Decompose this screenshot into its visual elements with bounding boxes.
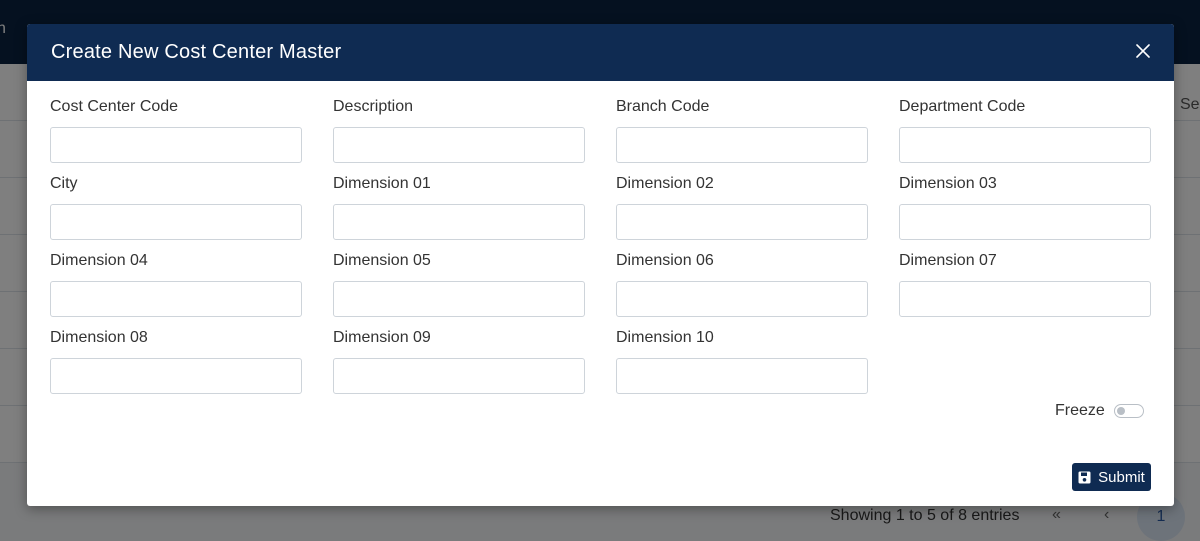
- dimension-02-input[interactable]: [616, 204, 868, 240]
- description-input[interactable]: [333, 127, 585, 163]
- field-description: Description: [333, 97, 585, 163]
- close-icon: [1136, 44, 1150, 58]
- field-dimension-01: Dimension 01: [333, 174, 585, 240]
- field-branch-code: Branch Code: [616, 97, 868, 163]
- field-label: Dimension 04: [50, 252, 148, 269]
- field-label: Dimension 10: [616, 329, 714, 346]
- field-label: Dimension 06: [616, 252, 714, 269]
- field-department-code: Department Code: [899, 97, 1151, 163]
- field-label: Branch Code: [616, 98, 710, 115]
- field-dimension-06: Dimension 06: [616, 251, 868, 317]
- field-dimension-05: Dimension 05: [333, 251, 585, 317]
- dimension-08-input[interactable]: [50, 358, 302, 394]
- branch-code-input[interactable]: [616, 127, 868, 163]
- field-label: Dimension 07: [899, 252, 997, 269]
- freeze-label: Freeze: [1055, 402, 1105, 419]
- field-label: Dimension 03: [899, 175, 997, 192]
- cost-center-code-input[interactable]: [50, 127, 302, 163]
- dimension-10-input[interactable]: [616, 358, 868, 394]
- dimension-07-input[interactable]: [899, 281, 1151, 317]
- dimension-03-input[interactable]: [899, 204, 1151, 240]
- field-dimension-03: Dimension 03: [899, 174, 1151, 240]
- field-label: Department Code: [899, 98, 1026, 115]
- modal-header: Create New Cost Center Master: [27, 24, 1174, 81]
- field-label: Description: [333, 98, 414, 115]
- dimension-04-input[interactable]: [50, 281, 302, 317]
- save-icon: [1078, 471, 1091, 484]
- create-cost-center-modal: Create New Cost Center Master Cost Cente…: [27, 24, 1174, 506]
- field-dimension-09: Dimension 09: [333, 328, 585, 394]
- close-button[interactable]: [1132, 40, 1154, 62]
- field-dimension-10: Dimension 10: [616, 328, 868, 394]
- submit-label: Submit: [1098, 468, 1145, 486]
- field-label: City: [50, 175, 78, 192]
- dimension-05-input[interactable]: [333, 281, 585, 317]
- field-label: Dimension 02: [616, 175, 714, 192]
- freeze-control: Freeze: [1055, 402, 1144, 420]
- field-dimension-02: Dimension 02: [616, 174, 868, 240]
- modal-title: Create New Cost Center Master: [51, 41, 342, 63]
- freeze-toggle[interactable]: [1113, 404, 1144, 418]
- field-dimension-08: Dimension 08: [50, 328, 302, 394]
- dimension-06-input[interactable]: [616, 281, 868, 317]
- dimension-09-input[interactable]: [333, 358, 585, 394]
- field-label: Dimension 05: [333, 252, 431, 269]
- dimension-01-input[interactable]: [333, 204, 585, 240]
- toggle-knob: [1116, 407, 1125, 415]
- field-label: Cost Center Code: [50, 98, 179, 115]
- field-dimension-07: Dimension 07: [899, 251, 1151, 317]
- submit-button[interactable]: Submit: [1072, 463, 1151, 491]
- field-cost-center-code: Cost Center Code: [50, 97, 302, 163]
- field-city: City: [50, 174, 302, 240]
- field-dimension-04: Dimension 04: [50, 251, 302, 317]
- department-code-input[interactable]: [899, 127, 1151, 163]
- field-label: Dimension 08: [50, 329, 148, 346]
- field-label: Dimension 01: [333, 175, 431, 192]
- field-label: Dimension 09: [333, 329, 431, 346]
- cost-center-form: Cost Center Code Description Branch Code…: [50, 97, 1151, 394]
- city-input[interactable]: [50, 204, 302, 240]
